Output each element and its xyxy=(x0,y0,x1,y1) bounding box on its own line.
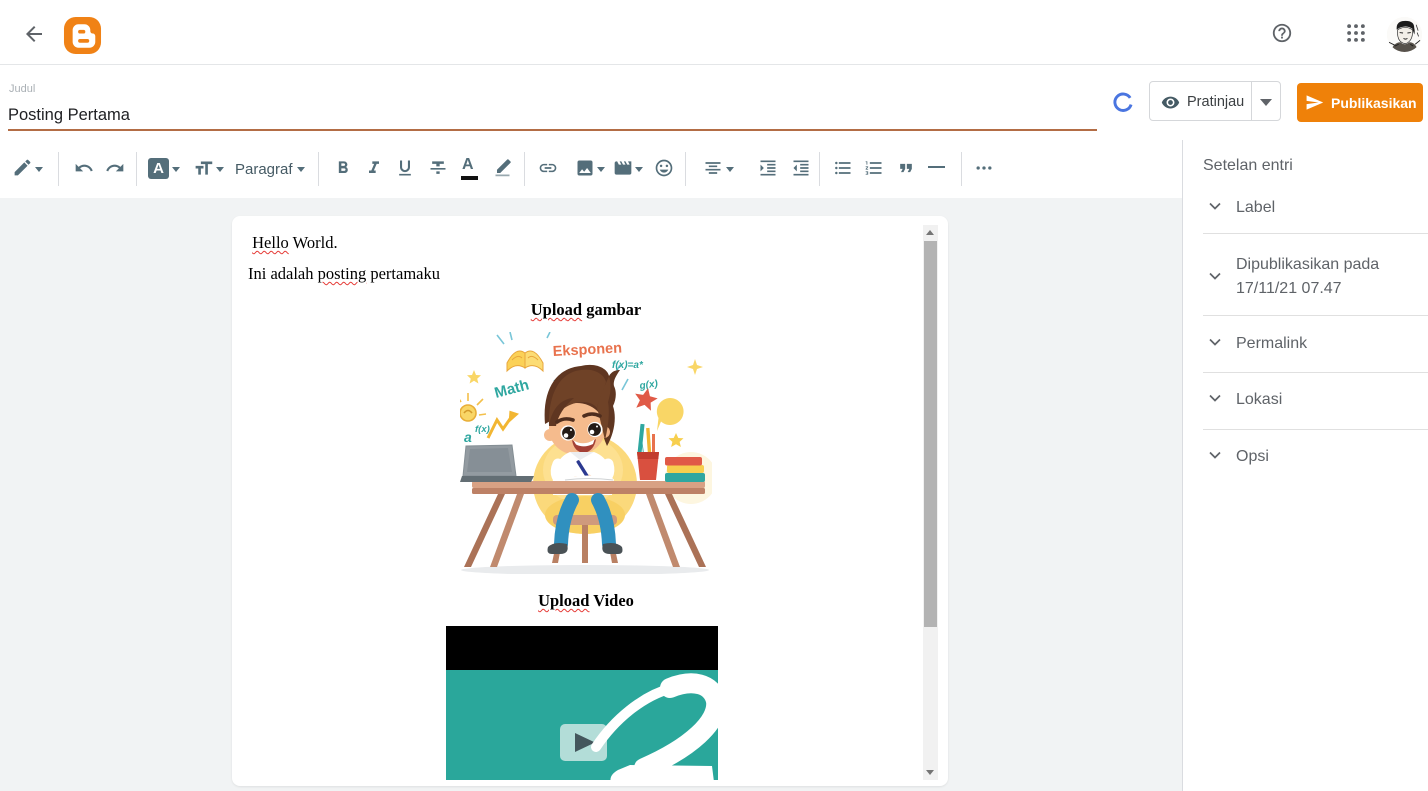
svg-text:Eksponen: Eksponen xyxy=(552,340,622,360)
svg-text:a: a xyxy=(464,429,472,445)
svg-text:Math: Math xyxy=(493,376,531,401)
svg-text:f(x)=a*: f(x)=a* xyxy=(612,360,644,371)
svg-text:f(x): f(x) xyxy=(475,424,490,435)
svg-text:g(x): g(x) xyxy=(638,378,659,392)
